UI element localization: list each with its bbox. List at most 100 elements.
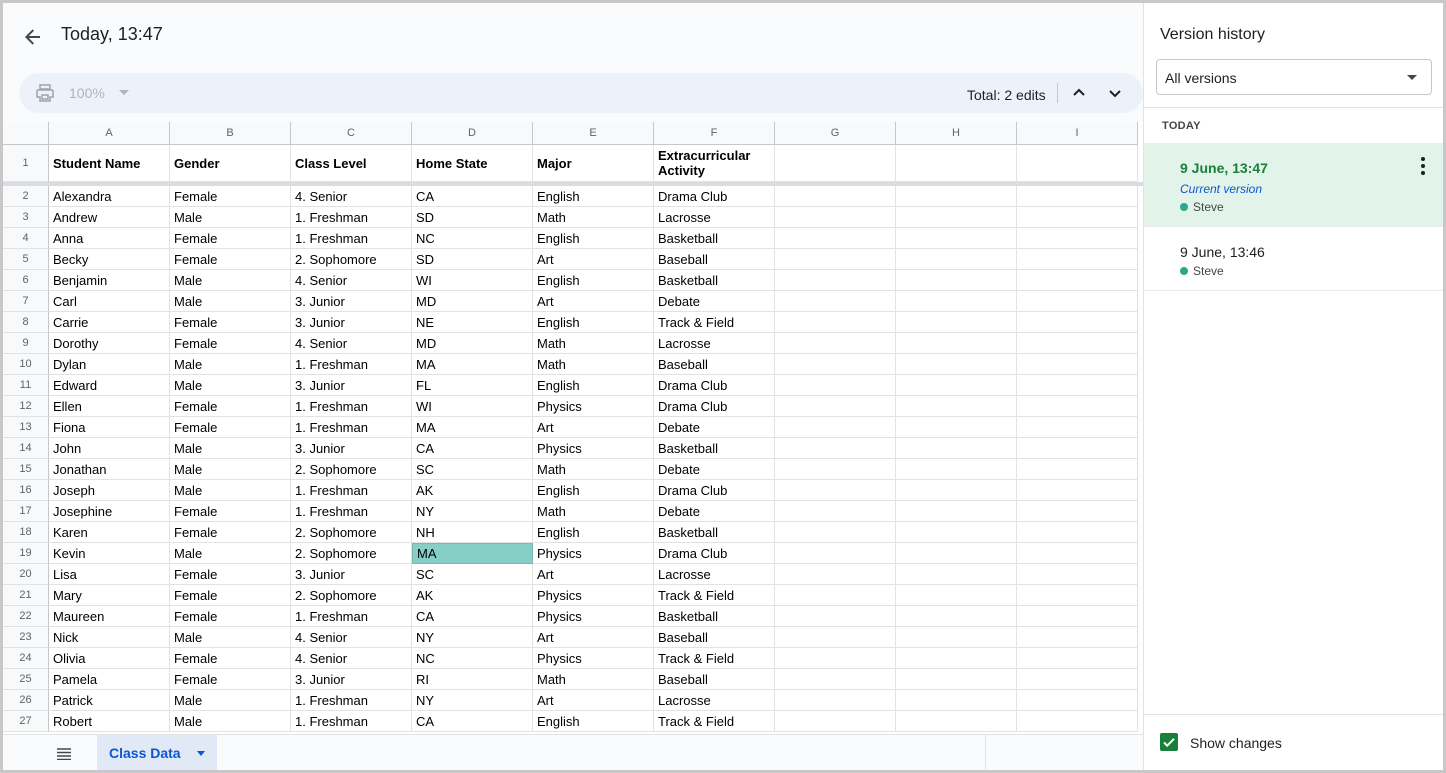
table-cell[interactable]: SD [412, 207, 533, 228]
table-cell[interactable]: Male [170, 627, 291, 648]
table-cell[interactable]: 3. Junior [291, 438, 412, 459]
row-header[interactable]: 27 [3, 711, 49, 732]
header-cell[interactable] [1017, 145, 1138, 182]
table-cell[interactable] [775, 543, 896, 564]
table-cell[interactable]: Female [170, 333, 291, 354]
table-cell[interactable] [896, 438, 1017, 459]
table-cell[interactable]: Drama Club [654, 186, 775, 207]
table-cell[interactable] [775, 291, 896, 312]
table-cell[interactable] [896, 312, 1017, 333]
table-cell[interactable] [896, 207, 1017, 228]
table-cell[interactable]: Pamela [49, 669, 170, 690]
select-all-corner[interactable] [3, 122, 49, 145]
header-cell[interactable]: Student Name [49, 145, 170, 182]
table-cell[interactable]: MD [412, 291, 533, 312]
table-cell[interactable]: 1. Freshman [291, 417, 412, 438]
row-header[interactable]: 1 [3, 145, 49, 182]
table-cell[interactable]: 4. Senior [291, 627, 412, 648]
table-cell[interactable]: Benjamin [49, 270, 170, 291]
table-cell[interactable] [775, 312, 896, 333]
sheet-tab-class-data[interactable]: Class Data [97, 735, 217, 770]
table-cell[interactable] [1017, 606, 1138, 627]
table-cell[interactable]: NH [412, 522, 533, 543]
table-cell[interactable]: Alexandra [49, 186, 170, 207]
table-cell[interactable]: Female [170, 648, 291, 669]
table-cell[interactable]: CA [412, 438, 533, 459]
table-cell[interactable]: Male [170, 375, 291, 396]
table-cell[interactable]: Physics [533, 606, 654, 627]
row-header[interactable]: 5 [3, 249, 49, 270]
table-cell[interactable]: Kevin [49, 543, 170, 564]
table-cell[interactable]: Debate [654, 459, 775, 480]
all-sheets-menu-icon[interactable] [57, 747, 71, 761]
table-cell[interactable]: WI [412, 270, 533, 291]
row-header[interactable]: 9 [3, 333, 49, 354]
table-cell[interactable]: Art [533, 249, 654, 270]
table-cell[interactable]: Becky [49, 249, 170, 270]
column-header[interactable]: B [170, 122, 291, 145]
row-header[interactable]: 17 [3, 501, 49, 522]
table-cell[interactable] [896, 375, 1017, 396]
table-cell[interactable] [896, 480, 1017, 501]
table-cell[interactable]: NY [412, 501, 533, 522]
row-header[interactable]: 23 [3, 627, 49, 648]
table-cell[interactable] [1017, 459, 1138, 480]
table-cell[interactable]: English [533, 375, 654, 396]
table-cell[interactable]: 2. Sophomore [291, 459, 412, 480]
table-cell[interactable]: 2. Sophomore [291, 522, 412, 543]
table-cell[interactable] [775, 375, 896, 396]
table-cell[interactable]: Robert [49, 711, 170, 732]
table-cell[interactable]: 4. Senior [291, 186, 412, 207]
table-cell[interactable]: SC [412, 564, 533, 585]
row-header[interactable]: 21 [3, 585, 49, 606]
table-cell[interactable] [1017, 291, 1138, 312]
table-cell[interactable]: Physics [533, 438, 654, 459]
header-cell[interactable]: Home State [412, 145, 533, 182]
column-header[interactable]: F [654, 122, 775, 145]
table-cell[interactable]: Female [170, 396, 291, 417]
table-cell[interactable]: English [533, 522, 654, 543]
table-cell[interactable]: Drama Club [654, 375, 775, 396]
spreadsheet-grid[interactable]: A B C D E F G H I 1 Student Name Gender Class Level H… [3, 122, 1143, 734]
table-cell[interactable] [775, 585, 896, 606]
table-cell[interactable]: Carrie [49, 312, 170, 333]
table-cell[interactable] [1017, 249, 1138, 270]
table-cell[interactable]: Lacrosse [654, 207, 775, 228]
table-cell[interactable] [775, 669, 896, 690]
table-cell[interactable]: CA [412, 711, 533, 732]
table-cell[interactable]: NY [412, 690, 533, 711]
table-cell[interactable] [1017, 522, 1138, 543]
table-cell[interactable]: 1. Freshman [291, 690, 412, 711]
row-header[interactable]: 4 [3, 228, 49, 249]
row-header[interactable]: 22 [3, 606, 49, 627]
versions-filter-select[interactable]: All versions [1156, 59, 1432, 95]
table-cell[interactable]: 1. Freshman [291, 396, 412, 417]
table-cell[interactable]: Patrick [49, 690, 170, 711]
table-cell[interactable] [896, 564, 1017, 585]
row-header[interactable]: 8 [3, 312, 49, 333]
table-cell[interactable] [775, 648, 896, 669]
table-cell[interactable]: Male [170, 207, 291, 228]
version-item-current[interactable]: 9 June, 13:47 Current version Steve [1144, 143, 1443, 227]
table-cell[interactable] [896, 543, 1017, 564]
table-cell[interactable] [1017, 270, 1138, 291]
table-cell[interactable]: Female [170, 186, 291, 207]
table-cell[interactable]: NC [412, 648, 533, 669]
table-cell[interactable] [775, 228, 896, 249]
table-cell[interactable]: 1. Freshman [291, 711, 412, 732]
table-cell[interactable]: 3. Junior [291, 564, 412, 585]
table-cell[interactable] [775, 186, 896, 207]
table-cell[interactable] [896, 249, 1017, 270]
table-cell[interactable]: 3. Junior [291, 291, 412, 312]
table-cell[interactable] [775, 396, 896, 417]
table-cell[interactable] [775, 564, 896, 585]
table-cell[interactable]: 4. Senior [291, 333, 412, 354]
column-header[interactable]: I [1017, 122, 1138, 145]
table-cell[interactable] [775, 207, 896, 228]
table-cell[interactable]: Debate [654, 501, 775, 522]
table-cell[interactable]: 3. Junior [291, 375, 412, 396]
table-cell[interactable]: Male [170, 291, 291, 312]
row-header[interactable]: 18 [3, 522, 49, 543]
row-header[interactable]: 16 [3, 480, 49, 501]
table-cell[interactable]: Art [533, 690, 654, 711]
